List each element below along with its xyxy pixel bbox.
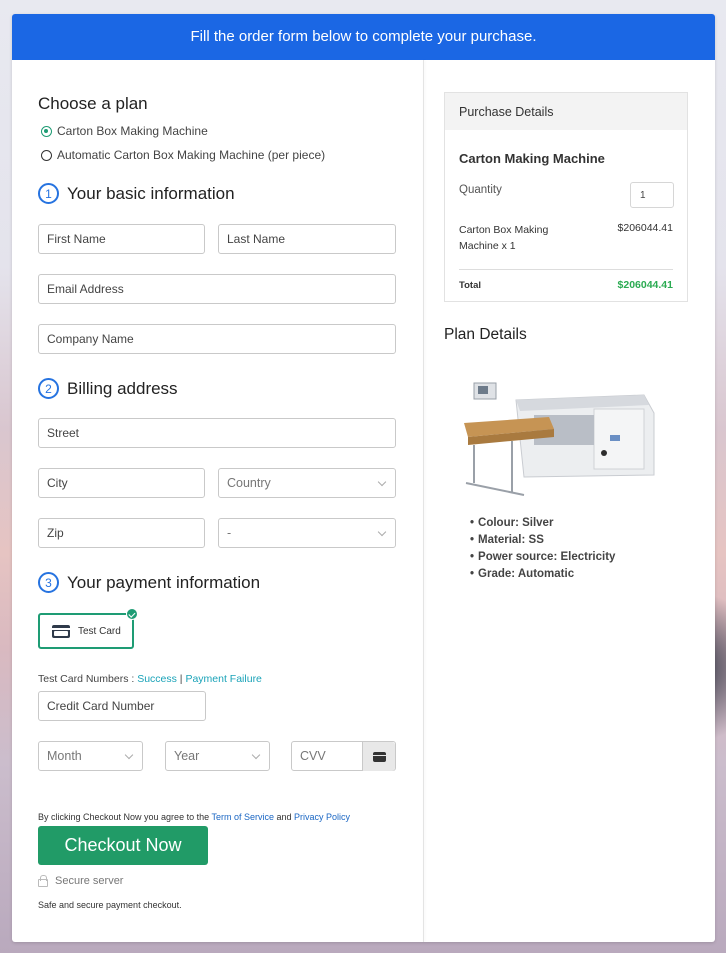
spec-item: Power source: Electricity [470,549,615,566]
privacy-link[interactable]: Privacy Policy [294,812,350,822]
success-link[interactable]: Success [137,673,177,685]
plan-option-label: Automatic Carton Box Making Machine (per… [57,148,326,162]
choose-plan-heading: Choose a plan [38,94,148,113]
header-banner: Fill the order form below to complete yo… [12,14,715,60]
company-input[interactable]: Company Name [38,324,396,354]
section-title: Billing address [67,378,178,398]
order-summary: Purchase Details Carton Making Machine Q… [424,60,715,942]
purchase-details-box: Purchase Details Carton Making Machine Q… [444,92,688,302]
chevron-down-icon [124,750,134,760]
state-select-value: - [227,526,232,540]
checkout-now-button[interactable]: Checkout Now [38,826,208,865]
product-name: Carton Making Machine [459,151,605,166]
credit-card-icon [372,751,386,762]
step-1-icon: 1 [38,183,59,204]
spec-item: Colour: Silver [470,515,615,532]
quantity-label: Quantity [459,184,502,196]
test-card-label: Test Card [78,625,121,637]
order-form-card: Fill the order form below to complete yo… [12,14,715,942]
state-select[interactable]: - [218,518,396,548]
order-form: Choose a plan Carton Box Making Machine … [12,60,423,942]
radio-unselected-icon[interactable] [41,149,52,161]
line-item-name: Carton Box Making Machine x 1 [459,224,549,252]
purchase-details-heading: Purchase Details [445,93,687,130]
product-image [454,365,674,505]
step-3-icon: 3 [38,572,59,593]
section-title: Your payment information [67,572,261,592]
check-circle-icon [126,608,138,620]
year-select-value: Year [174,749,200,763]
safe-checkout-text: Safe and secure payment checkout. [38,900,182,910]
section-title: Your basic information [67,183,235,203]
plan-details-heading: Plan Details [444,326,527,343]
secure-server-note: Secure server [38,874,124,887]
summary-divider [459,269,673,270]
spec-item: Material: SS [470,532,615,549]
chevron-down-icon [251,750,261,760]
spec-item: Grade: Automatic [470,566,615,583]
country-select[interactable]: Country [218,468,396,498]
total-value: $206044.41 [617,279,673,291]
cvv-help-button[interactable] [362,742,395,771]
machine-logo [610,435,620,441]
plan-option-carton-box[interactable]: Carton Box Making Machine [41,124,208,138]
terms-agreement: By clicking Checkout Now you agree to th… [38,812,350,822]
test-card-option[interactable]: Test Card [38,608,138,649]
city-input[interactable]: City [38,468,205,498]
year-select[interactable]: Year [165,741,270,771]
plan-specs-list: Colour: Silver Material: SS Power source… [470,515,615,583]
street-input[interactable]: Street [38,418,396,448]
payment-heading: 3 Your payment information [38,572,260,593]
plan-option-automatic[interactable]: Automatic Carton Box Making Machine (per… [41,148,325,162]
total-label: Total [459,280,481,291]
secure-server-label: Secure server [55,875,124,887]
radio-selected-icon[interactable] [41,125,52,137]
plan-option-label: Carton Box Making Machine [57,124,208,138]
first-name-input[interactable]: First Name [38,224,205,254]
basic-info-heading: 1 Your basic information [38,183,235,204]
terms-link[interactable]: Term of Service [211,812,274,822]
quantity-input[interactable]: 1 [630,182,674,208]
agree-and: and [273,812,294,822]
lock-icon [38,874,48,887]
control-screen [478,386,488,394]
country-select-value: Country [227,476,271,490]
payment-failure-link[interactable]: Payment Failure [185,673,261,685]
month-select-value: Month [47,749,82,763]
chevron-down-icon [377,527,387,537]
test-numbers-label: Test Card Numbers : [38,673,138,685]
billing-heading: 2 Billing address [38,378,178,399]
cvv-placeholder: CVV [300,749,326,763]
zip-input[interactable]: Zip [38,518,205,548]
test-card-numbers: Test Card Numbers : Success | Payment Fa… [38,673,262,685]
last-name-input[interactable]: Last Name [218,224,396,254]
step-2-icon: 2 [38,378,59,399]
credit-card-number-input[interactable]: Credit Card Number [38,691,206,721]
line-item-price: $206044.41 [617,222,673,234]
credit-card-icon [52,624,70,638]
email-input[interactable]: Email Address [38,274,396,304]
agree-text: By clicking Checkout Now you agree to th… [38,812,212,822]
month-select[interactable]: Month [38,741,143,771]
machine-button [601,450,607,456]
chevron-down-icon [377,477,387,487]
